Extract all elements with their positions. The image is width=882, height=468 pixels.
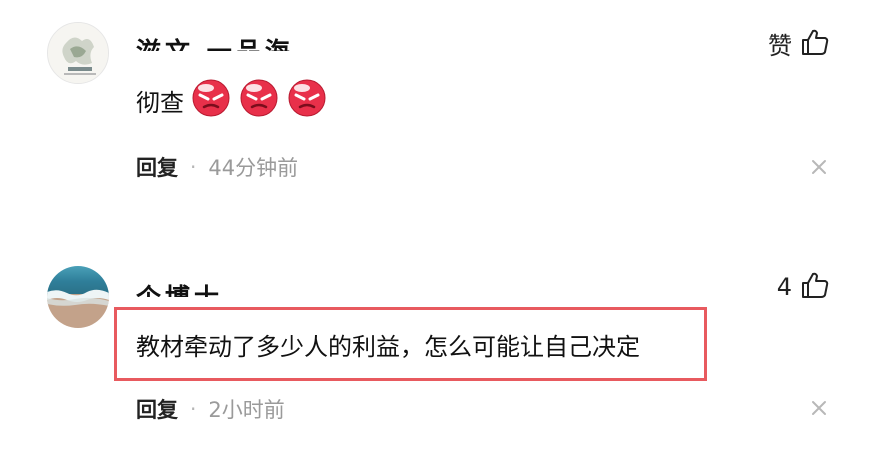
like-count: 4 xyxy=(776,273,792,301)
reply-button[interactable]: 回复 xyxy=(136,394,178,424)
timestamp: 2小时前 xyxy=(208,398,285,422)
highlight-box xyxy=(114,307,707,381)
like-button[interactable]: 4 xyxy=(777,270,830,304)
comment-meta: 回复 · 2小时前 xyxy=(136,394,285,424)
thumb-up-icon xyxy=(800,270,830,304)
username[interactable]: 个博士 xyxy=(136,276,223,297)
close-icon[interactable] xyxy=(810,399,828,417)
comment-item: 个博士 4 教材牵动了多少人的利益，怎么可能让自己决定 回复 · 2小时前 xyxy=(0,0,882,468)
separator-dot: · xyxy=(190,397,197,421)
avatar[interactable] xyxy=(47,266,109,328)
